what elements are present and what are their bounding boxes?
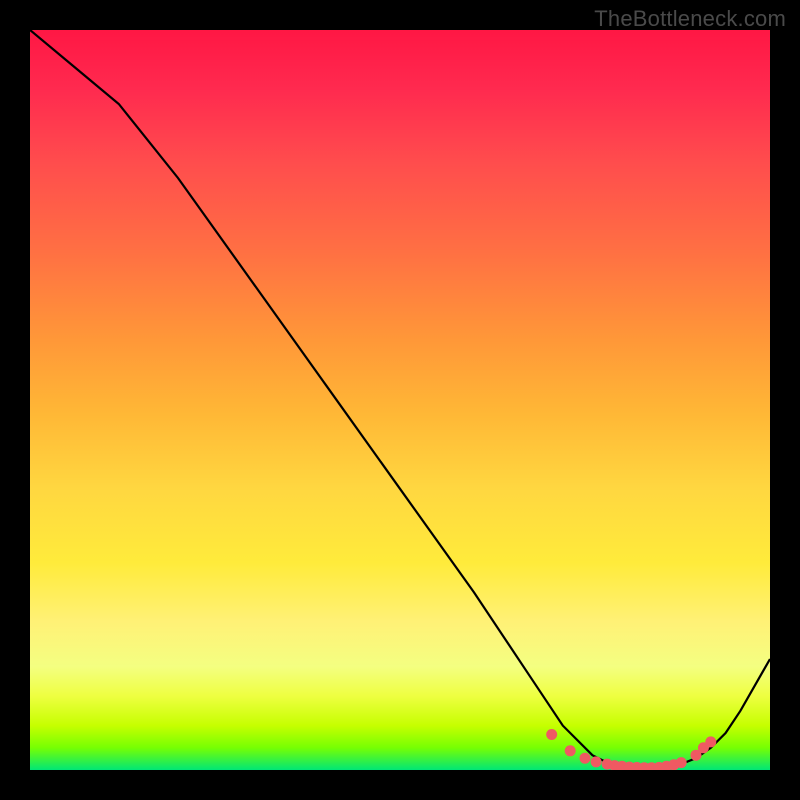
- marker-dot: [591, 756, 602, 767]
- marker-dot: [565, 745, 576, 756]
- marker-dot: [705, 736, 716, 747]
- marker-dot: [580, 753, 591, 764]
- marker-dot: [676, 757, 687, 768]
- watermark-text: TheBottleneck.com: [594, 6, 786, 32]
- plot-area: [30, 30, 770, 770]
- chart-svg: [30, 30, 770, 770]
- marker-dot: [546, 729, 557, 740]
- curve-line: [30, 30, 770, 768]
